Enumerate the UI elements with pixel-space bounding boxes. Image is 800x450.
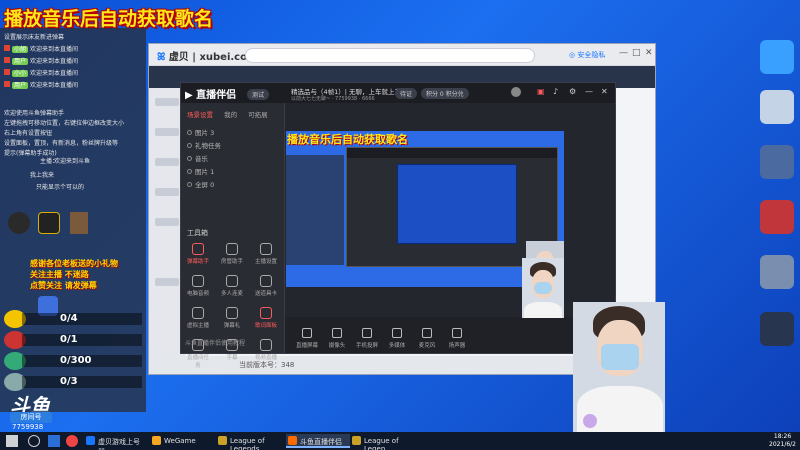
nested-overlay [286,155,344,265]
desktop-app-icon[interactable] [760,312,794,346]
lc-status: 斗鱼直播伴侣使用教程 [185,340,246,347]
gift-progress-row: 0/300 [0,352,146,370]
tool-audio[interactable]: 电脑音频 [185,275,211,297]
scene-panel[interactable]: 场景设置 我的 可拓展 图片 3 礼物任务 音乐 图片 1 全屏 0 工具箱 弹… [181,103,285,369]
chat-line: 用户 欢迎来到本直播间 [4,56,78,65]
folder-icon[interactable] [48,435,60,447]
toolbox-title: 工具箱 [187,229,208,237]
panel-tabs[interactable]: 场景设置 我的 可拓展 [187,109,277,119]
desktop-app-icon[interactable] [760,40,794,74]
chat-header: 设置展示床友新进弹幕 [4,34,65,41]
notice-line: 设置面板，置顶，有新消息，粉丝牌升级等 [4,140,119,147]
small-camera-feed [522,258,564,318]
windows-start-icon[interactable] [6,435,18,447]
camera-button[interactable]: 摄像头 [323,328,351,349]
chat-line: 只能显示个可以的 [36,184,85,191]
chat-line: 小小 欢迎来到本直播间 [4,68,78,77]
gift-progress-row: 0/4 [0,310,146,328]
tool-video[interactable]: 视频直播 [253,339,279,361]
danmu-overlay[interactable]: 设置展示床友新进弹幕 小胡 欢迎来到本直播间 用户 欢迎来到本直播间 小小 欢迎… [0,28,146,412]
tool-host-settings[interactable]: 主播设置 [253,243,279,265]
tool-danmu[interactable]: 弹幕助手 [185,243,211,265]
app-icon[interactable] [70,212,88,234]
search-icon[interactable] [28,435,40,447]
lc-logo: ▶ 直播伴侣 [185,90,237,101]
tool-props[interactable]: 送道具卡 [253,275,279,297]
preview-title: 播放音乐后自动获取歌名 [287,133,408,146]
minimize-icon[interactable]: — [585,87,593,96]
address-bar[interactable] [245,48,535,63]
clock[interactable]: 18:26 2021/6/2 [769,433,796,449]
scene-item[interactable]: 图片 3 [187,127,279,137]
maximize-icon[interactable]: □ [632,48,641,58]
gift-progress-row: 0/3 [0,373,146,391]
chat-line: 我上我来 [30,172,55,179]
notice-line: 欢迎使用斗鱼弹幕助手 [4,110,65,117]
desktop-app-icon[interactable] [760,255,794,289]
xubei-logo: ꕤ 虚贝 | xubei.com [157,52,258,63]
lc-bottom-toolbar[interactable]: 直播屏幕 摄像头 手机投屏 多媒体 麦克风 扬声器 [285,317,615,353]
notice-line: 右上角有设置按钮 [4,130,53,137]
chat-line: 用户 欢迎来到本直播间 [4,80,78,89]
avatar[interactable] [511,87,521,97]
taskbar-item[interactable]: League of Legends [216,434,286,450]
verify-button[interactable]: 待证 [395,88,418,99]
overlay-title: 播放音乐后自动获取歌名 [4,8,214,30]
tool-lyrics[interactable]: 歌词面板 [253,307,279,329]
taskbar-item[interactable]: 虚贝游戏上号器 [84,434,150,450]
tab-scenes[interactable]: 场景设置 [187,111,213,119]
account-subline: 以前大七七无聊~ · 7759938 · 6666 [291,96,375,102]
close-icon[interactable]: ✕ [601,87,608,96]
desktop-app-icon[interactable] [760,200,794,234]
taskbar-item[interactable]: WeGame [150,434,216,448]
points-button[interactable]: 积分 0 积分兑 [421,88,469,99]
chat-line: 欢迎来到斗鱼 [54,158,91,165]
taskbar-item[interactable]: 斗鱼直播伴侣 [286,434,350,448]
penguin-icon[interactable] [8,212,30,234]
tab-mine[interactable]: 我的 [224,111,237,119]
tool-virtual[interactable]: 虚拟主播 [185,307,211,329]
tool-room-admin[interactable]: 房管助手 [219,243,245,265]
scene-item[interactable]: 音乐 [187,153,279,163]
microphone-button[interactable]: 麦克风 [413,328,441,349]
media-button[interactable]: 多媒体 [383,328,411,349]
security-button[interactable]: ◎ 安全隐私 [569,50,605,60]
gift-icon[interactable]: ▣ [537,87,545,96]
beta-badge: 测试 [247,89,270,100]
tab-extend[interactable]: 可拓展 [248,111,268,119]
gift-notice: 感谢各位老板送的小礼物 关注主播 不迷路 点赞关注 请发弹幕 [30,259,118,290]
scene-item[interactable]: 图片 1 [187,166,279,176]
gift-progress-row: 0/1 [0,331,146,349]
scene-item[interactable]: 全屏 0 [187,179,279,189]
tool-multi-mic[interactable]: 多人连麦 [219,275,245,297]
bell-icon[interactable]: ♪ [553,87,558,96]
close-icon[interactable]: ✕ [645,48,653,58]
chrome-icon[interactable] [66,435,78,447]
tool-gift[interactable]: 弹幕礼 [219,307,245,329]
speaker-button[interactable]: 扬声器 [443,328,471,349]
minimize-icon[interactable]: — [619,48,628,58]
chat-line: 小胡 欢迎来到本直播间 [4,44,78,53]
taskbar[interactable]: 虚贝游戏上号器 WeGame League of Legends 斗鱼直播伴侣 … [0,432,800,450]
room-badge: 房间号 [10,412,52,423]
lc-header: ▶ 直播伴侣 测试 精选品与（4帧1）| 无聊，上车就上车 待证 积分 0 积分… [181,83,615,103]
scene-item[interactable]: 礼物任务 [187,140,279,150]
settings-icon[interactable]: ⚙ [569,87,576,96]
browser-tabbar[interactable]: ꕤ 虚贝 | xubei.com ◎ 安全隐私 — □ ✕ [149,44,655,66]
webcam-feed [573,302,665,432]
screen-capture-button[interactable]: 直播屏幕 [293,328,321,349]
notice-line: 左键拖拽可移动位置，右键拉伸边框改变大小 [4,120,125,127]
room-id: 7759938 [12,423,44,431]
desktop-app-icon[interactable] [760,90,794,124]
filter-icon [583,414,597,428]
geforce-icon[interactable] [38,212,60,234]
desktop-app-icon[interactable] [760,145,794,179]
phone-cast-button[interactable]: 手机投屏 [353,328,381,349]
taskbar-item[interactable]: League of Legen... [350,434,418,450]
